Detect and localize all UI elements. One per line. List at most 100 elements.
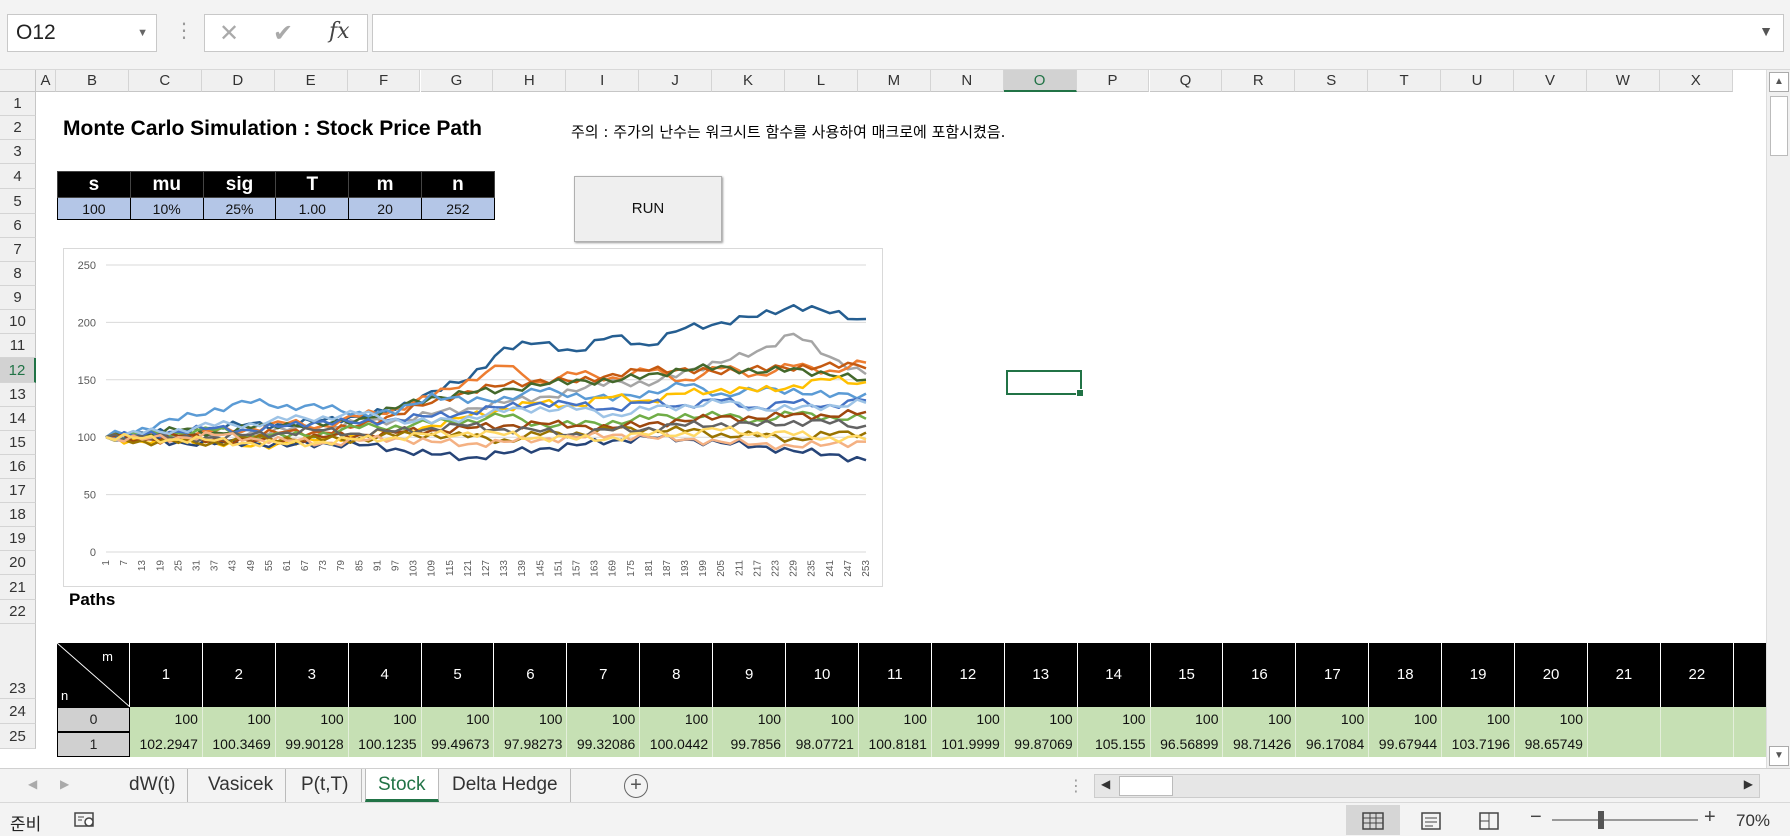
path-header-19[interactable]: 19	[1442, 643, 1516, 707]
param-header-sig[interactable]: sig	[202, 171, 277, 198]
path-header-16[interactable]: 16	[1224, 643, 1297, 707]
column-header-w[interactable]: W	[1586, 70, 1660, 92]
table-cell[interactable]: 97.98273	[495, 732, 568, 757]
normal-view-icon[interactable]	[1346, 805, 1400, 835]
path-header-3[interactable]: 3	[276, 643, 349, 707]
path-header-21[interactable]: 21	[1588, 643, 1661, 707]
table-cell[interactable]: 99.87069	[1005, 732, 1078, 757]
column-header-n[interactable]: N	[930, 70, 1004, 92]
table-cell[interactable]: 103.7196	[1442, 732, 1516, 757]
horizontal-scrollbar[interactable]: ◀ ▶	[1094, 774, 1760, 798]
table-cell[interactable]: 100	[349, 707, 422, 732]
vertical-scrollbar[interactable]: ▲ ▼	[1766, 70, 1790, 768]
row-header-13[interactable]: 13	[0, 383, 36, 407]
path-header-9[interactable]: 9	[713, 643, 787, 707]
table-cell[interactable]: 100	[276, 707, 349, 732]
path-header-11[interactable]: 11	[859, 643, 932, 707]
worksheet-grid[interactable]: ABCDEFGHIJKLMNOPQRSTUVWX 1 2 3 4 5 6 7 8 9 10 11 12…	[0, 70, 1766, 768]
table-cell[interactable]: 99.90128	[276, 732, 349, 757]
formula-input[interactable]: ▼	[372, 14, 1784, 52]
column-header-x[interactable]: X	[1659, 70, 1733, 92]
table-cell[interactable]: 98.07721	[786, 732, 859, 757]
param-value-mu[interactable]: 10%	[129, 197, 204, 220]
path-header-18[interactable]: 18	[1369, 643, 1443, 707]
check-icon[interactable]: ✔	[273, 19, 293, 48]
table-cell[interactable]: 100	[203, 707, 276, 732]
next-sheet-icon[interactable]: ▶	[60, 777, 69, 791]
row-index-cell[interactable]: 1	[57, 732, 130, 757]
zoom-out-icon[interactable]: −	[1530, 806, 1542, 829]
column-header-d[interactable]: D	[201, 70, 275, 92]
column-header-q[interactable]: Q	[1149, 70, 1223, 92]
row-header-6[interactable]: 6	[0, 214, 36, 238]
row-header-20[interactable]: 20	[0, 551, 36, 575]
table-cell[interactable]: 100	[1515, 707, 1588, 732]
table-cell[interactable]: 100	[1442, 707, 1516, 732]
row-header-10[interactable]: 10	[0, 310, 36, 334]
row-header-24[interactable]: 24	[0, 699, 36, 724]
table-cell[interactable]: 96.17084	[1296, 732, 1370, 757]
column-header-i[interactable]: I	[566, 70, 640, 92]
table-cell[interactable]: 100.0442	[640, 732, 714, 757]
table-cell[interactable]: 99.7856	[713, 732, 787, 757]
table-cell[interactable]: 100	[932, 707, 1005, 732]
column-header-l[interactable]: L	[785, 70, 858, 92]
scroll-down-icon[interactable]: ▼	[1769, 746, 1789, 766]
column-header-f[interactable]: F	[347, 70, 421, 92]
row-header-17[interactable]: 17	[0, 479, 36, 503]
row-header-11[interactable]: 11	[0, 334, 36, 358]
column-header-b[interactable]: B	[56, 70, 129, 92]
table-cell[interactable]: 98.71426	[1224, 732, 1297, 757]
row-header-4[interactable]: 4	[0, 164, 36, 189]
table-cell[interactable]: 96.56899	[1151, 732, 1224, 757]
path-header-6[interactable]: 6	[495, 643, 568, 707]
table-cell[interactable]	[1588, 732, 1661, 757]
param-header-n[interactable]: n	[420, 171, 495, 198]
tab-p-t-t[interactable]: P(t,T)	[289, 769, 362, 802]
table-cell[interactable]: 100	[1151, 707, 1224, 732]
column-header-c[interactable]: C	[128, 70, 202, 92]
column-header-p[interactable]: P	[1076, 70, 1150, 92]
row-header-19[interactable]: 19	[0, 527, 36, 551]
scroll-left-icon[interactable]: ◀	[1101, 777, 1110, 791]
table-cell[interactable]: 98.65749	[1515, 732, 1588, 757]
table-cell[interactable]: 100	[422, 707, 495, 732]
column-header-v[interactable]: V	[1514, 70, 1587, 92]
zoom-in-icon[interactable]: +	[1704, 806, 1716, 829]
column-header-o[interactable]: O	[1003, 70, 1077, 92]
scroll-right-icon[interactable]: ▶	[1744, 777, 1753, 791]
table-cell[interactable]: 100	[1078, 707, 1151, 732]
column-header-r[interactable]: R	[1222, 70, 1296, 92]
param-header-mu[interactable]: mu	[129, 171, 204, 198]
row-index-cell[interactable]: 0	[57, 707, 130, 732]
macro-record-icon[interactable]	[74, 811, 96, 834]
path-header-17[interactable]: 17	[1296, 643, 1370, 707]
table-cell[interactable]: 100.3469	[203, 732, 276, 757]
table-cell[interactable]: 105.155	[1078, 732, 1151, 757]
table-cell[interactable]: 100.1235	[349, 732, 422, 757]
column-header-g[interactable]: G	[420, 70, 494, 92]
table-cell[interactable]: 100	[495, 707, 568, 732]
row-header-9[interactable]: 9	[0, 286, 36, 310]
row-header-25[interactable]: 25	[0, 724, 36, 749]
table-cell[interactable]: 99.32086	[567, 732, 641, 757]
table-cell[interactable]: 100	[567, 707, 641, 732]
param-header-t[interactable]: T	[275, 171, 350, 198]
selected-cell[interactable]	[1006, 370, 1084, 397]
path-header-8[interactable]: 8	[640, 643, 714, 707]
table-cell[interactable]: 100	[1296, 707, 1370, 732]
select-all-corner[interactable]	[0, 70, 36, 92]
page-break-icon[interactable]	[1462, 805, 1516, 835]
table-cell[interactable]: 99.49673	[422, 732, 495, 757]
row-header-8[interactable]: 8	[0, 262, 36, 286]
path-header-22[interactable]: 22	[1661, 643, 1734, 707]
column-header-h[interactable]: H	[493, 70, 567, 92]
row-header-3[interactable]: 3	[0, 140, 36, 164]
column-header-e[interactable]: E	[274, 70, 348, 92]
path-header-15[interactable]: 15	[1151, 643, 1224, 707]
path-header-7[interactable]: 7	[567, 643, 641, 707]
table-cell[interactable]: 100	[713, 707, 787, 732]
row-header-21[interactable]: 21	[0, 575, 36, 600]
table-cell[interactable]: 100	[859, 707, 932, 732]
param-header-m[interactable]: m	[348, 171, 422, 198]
